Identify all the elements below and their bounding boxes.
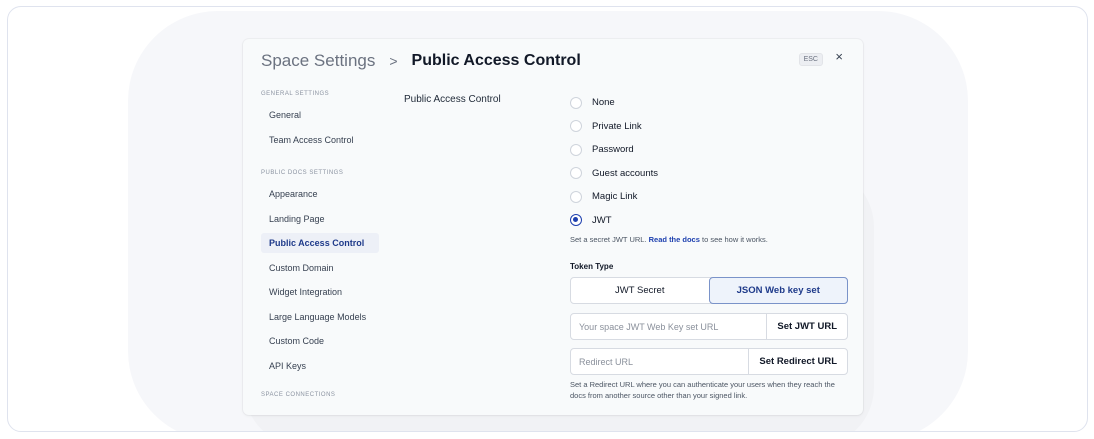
- token-type-toggle: JWT Secret JSON Web key set: [570, 277, 848, 304]
- option-jwt[interactable]: JWT: [570, 209, 850, 233]
- set-jwt-url-button[interactable]: Set JWT URL: [766, 314, 847, 339]
- radio-icon[interactable]: [570, 96, 582, 109]
- option-label: Guest accounts: [592, 167, 659, 179]
- breadcrumb: Space Settings > Public Access Control: [261, 51, 581, 71]
- sidebar-section-space-connections: SPACE CONNECTIONS: [261, 392, 336, 398]
- settings-modal: Space Settings > Public Access Control E…: [243, 39, 863, 415]
- chevron-right-icon: >: [389, 53, 398, 69]
- jwt-url-row: Set JWT URL: [570, 313, 848, 340]
- esc-key-hint: ESC: [798, 53, 823, 66]
- close-icon[interactable]: ×: [835, 49, 843, 64]
- sidebar-item-api-keys[interactable]: API Keys: [261, 356, 379, 376]
- sidebar-item-public-access-control[interactable]: Public Access Control: [261, 233, 379, 253]
- helper-suffix: to see how it works.: [699, 235, 768, 244]
- sidebar-item-large-language-models[interactable]: Large Language Models: [261, 307, 379, 327]
- sidebar-item-appearance[interactable]: Appearance: [261, 184, 379, 204]
- option-password[interactable]: Password: [570, 138, 850, 162]
- tab-jwt-secret[interactable]: JWT Secret: [571, 278, 709, 303]
- sidebar-section-general: GENERAL SETTINGS: [261, 91, 330, 97]
- option-magic-link[interactable]: Magic Link: [570, 185, 850, 209]
- redirect-url-row: Set Redirect URL: [570, 348, 848, 375]
- sidebar-item-general[interactable]: General: [261, 105, 379, 125]
- radio-icon[interactable]: [570, 120, 582, 133]
- sidebar-item-widget-integration[interactable]: Widget Integration: [261, 282, 379, 302]
- option-private-link[interactable]: Private Link: [570, 115, 850, 139]
- public-access-control-label: Public Access Control: [404, 94, 501, 105]
- token-type-label: Token Type: [570, 262, 614, 271]
- jwt-url-input[interactable]: [571, 314, 767, 339]
- option-label: Password: [592, 144, 634, 156]
- helper-prefix: Set a secret JWT URL.: [570, 235, 649, 244]
- redirect-url-input[interactable]: [571, 349, 749, 374]
- set-redirect-url-button[interactable]: Set Redirect URL: [748, 349, 847, 374]
- sidebar-item-custom-code[interactable]: Custom Code: [261, 331, 379, 351]
- sidebar-section-public-docs: PUBLIC DOCS SETTINGS: [261, 170, 344, 176]
- sidebar-item-landing-page[interactable]: Landing Page: [261, 209, 379, 229]
- access-options: None Private Link Password Guest account…: [570, 91, 850, 232]
- sidebar-item-team-access-control[interactable]: Team Access Control: [261, 130, 379, 150]
- option-guest-accounts[interactable]: Guest accounts: [570, 162, 850, 186]
- option-label: Private Link: [592, 120, 642, 132]
- option-label: None: [592, 97, 615, 109]
- tab-json-web-key-set[interactable]: JSON Web key set: [708, 277, 848, 304]
- redirect-helper-text: Set a Redirect URL where you can authent…: [570, 380, 835, 400]
- sidebar-item-custom-domain[interactable]: Custom Domain: [261, 258, 379, 278]
- settings-sidebar: GENERAL SETTINGS General Team Access Con…: [261, 91, 379, 406]
- option-label: JWT: [592, 214, 612, 226]
- option-label: Magic Link: [592, 191, 638, 203]
- read-the-docs-link[interactable]: Read the docs: [649, 235, 700, 244]
- option-none[interactable]: None: [570, 91, 850, 115]
- breadcrumb-root[interactable]: Space Settings: [261, 51, 375, 71]
- radio-icon[interactable]: [570, 143, 582, 156]
- radio-checked-icon[interactable]: [570, 214, 582, 227]
- jwt-helper-text: Set a secret JWT URL. Read the docs to s…: [570, 235, 768, 244]
- page-title: Public Access Control: [411, 52, 581, 69]
- radio-icon[interactable]: [570, 167, 582, 180]
- radio-icon[interactable]: [570, 190, 582, 203]
